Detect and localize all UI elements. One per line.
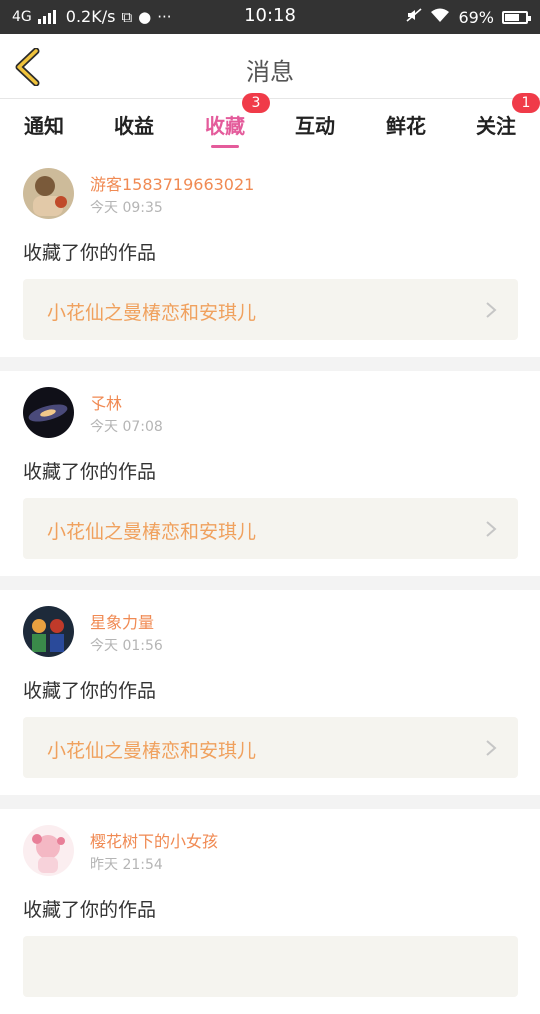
tab-favorites[interactable]: 收藏 (195, 110, 255, 139)
nav-bar: 消息 (0, 34, 540, 99)
tab-label: 互动 (295, 114, 335, 138)
battery-percent: 69% (458, 7, 494, 27)
wifi-icon (430, 7, 450, 27)
list-item: 樱花树下的小女孩 昨天 21:54 收藏了你的作品 (0, 809, 540, 1014)
avatar[interactable] (23, 606, 74, 657)
timestamp: 今天 07:08 (90, 419, 163, 435)
username[interactable]: 星象力量 (90, 609, 154, 633)
action-text: 收藏了你的作品 (23, 899, 157, 921)
list-item: 游客1583719663021 今天 09:35 收藏了你的作品 小花仙之曼椿恋… (0, 152, 540, 357)
message-list: 游客1583719663021 今天 09:35 收藏了你的作品 小花仙之曼椿恋… (0, 152, 540, 1014)
avatar[interactable] (23, 387, 74, 438)
action-text: 收藏了你的作品 (23, 461, 157, 483)
chevron-right-icon (486, 740, 497, 756)
message-tabs: 通知 收益 收藏 3 互动 鲜花 关注 1 (0, 93, 540, 152)
avatar[interactable] (23, 168, 74, 219)
username[interactable]: 樱花树下的小女孩 (90, 828, 218, 852)
status-right: 69% (406, 7, 531, 27)
username[interactable]: 孓林 (90, 390, 122, 414)
favorites-badge: 3 (242, 93, 270, 113)
tab-follow[interactable]: 关注 (466, 110, 526, 139)
timestamp: 昨天 21:54 (90, 857, 163, 873)
battery-icon (502, 10, 531, 24)
page-title: 消息 (246, 58, 294, 86)
divider (0, 357, 540, 371)
list-item: 孓林 今天 07:08 收藏了你的作品 小花仙之曼椿恋和安琪儿 (0, 371, 540, 576)
work-link[interactable]: 小花仙之曼椿恋和安琪儿 (23, 717, 518, 778)
list-item: 星象力量 今天 01:56 收藏了你的作品 小花仙之曼椿恋和安琪儿 (0, 590, 540, 795)
work-link[interactable]: 小花仙之曼椿恋和安琪儿 (23, 498, 518, 559)
tab-flowers[interactable]: 鲜花 (376, 110, 436, 139)
tab-label: 收藏 (205, 114, 245, 138)
work-title: 小花仙之曼椿恋和安琪儿 (47, 521, 257, 543)
tab-label: 鲜花 (386, 114, 426, 138)
username[interactable]: 游客1583719663021 (90, 171, 254, 195)
tab-income[interactable]: 收益 (104, 110, 164, 139)
tab-label: 通知 (24, 114, 64, 138)
tab-notice[interactable]: 通知 (14, 110, 74, 139)
work-title: 小花仙之曼椿恋和安琪儿 (47, 740, 257, 762)
action-text: 收藏了你的作品 (23, 680, 157, 702)
tab-label: 关注 (476, 114, 516, 138)
chevron-right-icon (486, 302, 497, 318)
status-bar: 4G 0.2K/s ⧉ ● ··· 10:18 69% (0, 0, 540, 34)
work-link[interactable]: 小花仙之曼椿恋和安琪儿 (23, 279, 518, 340)
action-text: 收藏了你的作品 (23, 242, 157, 264)
active-tab-indicator (211, 145, 239, 148)
chevron-right-icon (486, 521, 497, 537)
timestamp: 今天 09:35 (90, 200, 163, 216)
tab-interaction[interactable]: 互动 (285, 110, 345, 139)
divider (0, 795, 540, 809)
work-link[interactable] (23, 936, 518, 997)
timestamp: 今天 01:56 (90, 638, 163, 654)
avatar[interactable] (23, 825, 74, 876)
follow-badge: 1 (512, 93, 540, 113)
tab-label: 收益 (114, 114, 154, 138)
work-title: 小花仙之曼椿恋和安琪儿 (47, 302, 257, 324)
mute-icon (406, 7, 422, 27)
divider (0, 576, 540, 590)
